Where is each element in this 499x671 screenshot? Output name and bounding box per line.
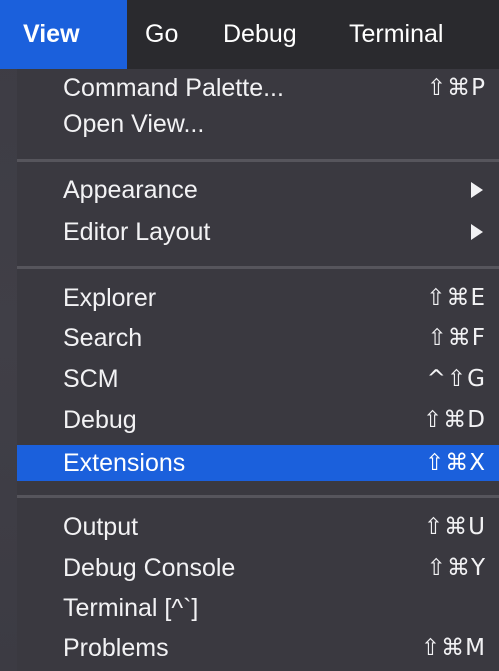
menu-item-shortcut: ⇧⌘M: [420, 635, 486, 661]
menu-item-shortcut: ^⇧G: [426, 366, 486, 392]
menu-item-shortcut: ⇧⌘D: [423, 407, 486, 433]
menu-item-explorer[interactable]: Explorer ⇧⌘E: [17, 281, 499, 315]
menu-item-scm[interactable]: SCM ^⇧G: [17, 362, 499, 396]
menu-item-shortcut: ⇧⌘F: [427, 325, 486, 351]
menu-item-search[interactable]: Search ⇧⌘F: [17, 321, 499, 355]
menu-item-label: Command Palette...: [63, 73, 284, 102]
menu-item-shortcut: ⇧⌘Y: [426, 555, 486, 581]
menu-item-editor-layout[interactable]: Editor Layout: [17, 215, 499, 249]
menubar-item-terminal[interactable]: Terminal: [333, 0, 499, 69]
menu-separator: [17, 159, 499, 162]
menu-item-label: Editor Layout: [63, 217, 211, 246]
menu-item-label: Problems: [63, 633, 169, 662]
submenu-arrow-icon: [471, 224, 483, 240]
menu-item-problems[interactable]: Problems ⇧⌘M: [17, 631, 499, 665]
submenu-arrow-icon: [471, 182, 483, 198]
menu-item-label: SCM: [63, 364, 119, 393]
menu-item-shortcut: ⇧⌘E: [426, 285, 486, 311]
menu-item-extensions[interactable]: Extensions ⇧⌘X: [17, 445, 499, 481]
menu-item-label: Appearance: [63, 175, 198, 204]
menu-item-shortcut: ⇧⌘P: [426, 75, 486, 101]
menu-item-label: Explorer: [63, 283, 157, 312]
menu-separator: [17, 266, 499, 269]
screen: View Go Debug Terminal Command Palette..…: [0, 0, 499, 671]
menu-item-label: Extensions: [63, 448, 186, 477]
menu-item-label: Search: [63, 323, 143, 352]
menubar-item-debug[interactable]: Debug: [205, 0, 333, 69]
menubar-item-view[interactable]: View: [0, 0, 127, 69]
menu-item-terminal[interactable]: Terminal [^`]: [17, 591, 499, 625]
view-menu-dropdown: Command Palette... ⇧⌘P Open View... Appe…: [17, 69, 499, 671]
menu-item-shortcut: ⇧⌘U: [423, 514, 486, 540]
menu-item-label: Terminal [^`]: [63, 593, 199, 622]
menu-item-command-palette[interactable]: Command Palette... ⇧⌘P: [17, 71, 499, 105]
menu-item-debug[interactable]: Debug ⇧⌘D: [17, 403, 499, 437]
menubar-item-go-label: Go: [145, 20, 179, 48]
menu-item-appearance[interactable]: Appearance: [17, 173, 499, 207]
menu-item-shortcut: ⇧⌘X: [424, 450, 486, 476]
menubar-item-terminal-label: Terminal: [349, 20, 444, 48]
menubar-item-go[interactable]: Go: [127, 0, 205, 69]
menubar-item-view-label: View: [23, 20, 80, 48]
menu-item-label: Open View...: [63, 109, 205, 138]
menu-separator: [17, 495, 499, 498]
menu-item-open-view[interactable]: Open View...: [17, 107, 499, 141]
menu-item-debug-console[interactable]: Debug Console ⇧⌘Y: [17, 551, 499, 585]
menu-item-label: Debug Console: [63, 553, 236, 582]
menu-bar: View Go Debug Terminal: [0, 0, 499, 69]
menu-item-label: Output: [63, 512, 139, 541]
menu-item-output[interactable]: Output ⇧⌘U: [17, 510, 499, 544]
menubar-item-debug-label: Debug: [223, 20, 297, 48]
menu-item-label: Debug: [63, 405, 137, 434]
